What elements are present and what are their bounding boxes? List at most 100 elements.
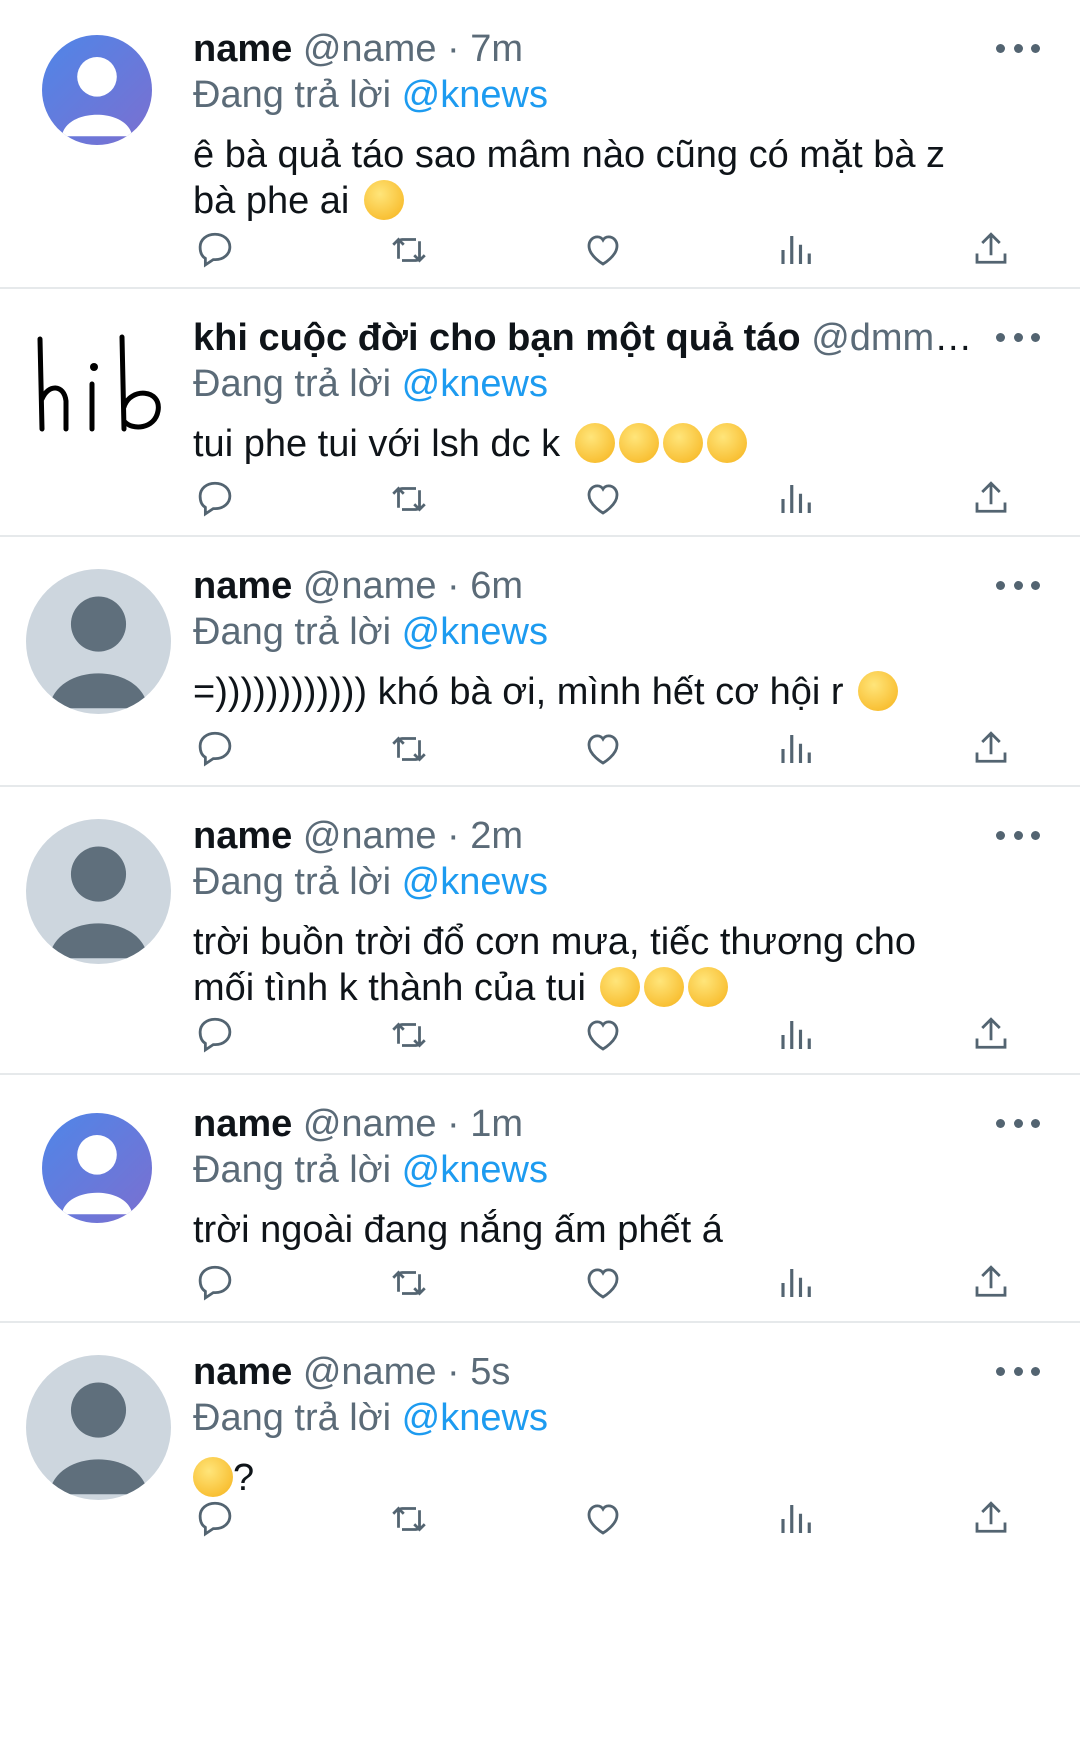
tweet[interactable]: name @name · 5s Đang trả lời @knews ? — [0, 1323, 1080, 1549]
tweet[interactable]: name @name · 2m Đang trả lời @knews trời… — [0, 787, 1080, 1075]
share-icon[interactable] — [969, 727, 1013, 771]
handwritten-avatar — [37, 334, 161, 432]
replying-label: Đang trả lời — [193, 74, 392, 116]
pensive-face-emoji — [688, 967, 729, 1007]
mention-link[interactable]: @knews — [402, 1397, 548, 1439]
tweet-text-content: =)))))))))))) khó bà ơi, mình hết cơ hội… — [193, 671, 844, 713]
tweet-text-content: tui phe tui với lsh dc k — [193, 423, 561, 465]
loudly-crying-face-emoji — [706, 423, 747, 463]
more-options-icon[interactable] — [996, 575, 1040, 595]
mention-link[interactable]: @knews — [402, 611, 548, 653]
display-name[interactable]: name — [193, 28, 292, 70]
mention-link[interactable]: @knews — [402, 363, 548, 405]
tweet-actions — [193, 220, 1013, 300]
loudly-crying-face-emoji — [618, 423, 659, 463]
more-options-icon[interactable] — [996, 38, 1040, 58]
retweet-icon[interactable] — [387, 1013, 431, 1057]
reply-icon[interactable] — [193, 228, 237, 272]
avatar[interactable] — [26, 819, 171, 964]
analytics-icon[interactable] — [775, 727, 819, 771]
reply-icon[interactable] — [193, 1261, 237, 1305]
timeline: name @name · 7m Đang trả lời @knews ê bà… — [0, 0, 1080, 1549]
tweet-text-content: ê bà quả táo sao mâm nào cũng có mặt bà … — [193, 134, 946, 222]
share-icon[interactable] — [969, 477, 1013, 521]
retweet-icon[interactable] — [387, 1497, 431, 1541]
like-icon[interactable] — [581, 1497, 625, 1541]
replying-to: Đang trả lời @knews — [193, 1147, 980, 1193]
display-name[interactable]: name — [193, 1351, 292, 1393]
analytics-icon[interactable] — [775, 1497, 819, 1541]
analytics-icon[interactable] — [775, 228, 819, 272]
loudly-crying-face-emoji — [662, 423, 703, 463]
analytics-icon[interactable] — [775, 1013, 819, 1057]
replying-label: Đang trả lời — [193, 861, 392, 903]
reply-icon[interactable] — [193, 1013, 237, 1057]
share-icon[interactable] — [969, 1013, 1013, 1057]
handle-time: @name · 2m — [302, 815, 524, 857]
pensive-face-emoji — [644, 967, 685, 1007]
avatar[interactable] — [30, 329, 180, 439]
like-icon[interactable] — [581, 1013, 625, 1057]
replying-to: Đang trả lời @knews — [193, 609, 980, 655]
person-icon — [26, 569, 171, 714]
more-options-icon[interactable] — [996, 1361, 1040, 1381]
share-icon[interactable] — [969, 1497, 1013, 1541]
reply-icon[interactable] — [193, 727, 237, 771]
more-options-icon[interactable] — [996, 1113, 1040, 1133]
share-icon[interactable] — [969, 1261, 1013, 1305]
like-icon[interactable] — [581, 477, 625, 521]
mention-link[interactable]: @knews — [402, 74, 548, 116]
more-options-icon[interactable] — [996, 825, 1040, 845]
tweet[interactable]: khi cuộc đời cho bạn một quả táo @dmmmc.… — [0, 289, 1080, 537]
handle-time: @name · 1m — [302, 1103, 524, 1145]
replying-to: Đang trả lời @knews — [193, 1395, 980, 1441]
tweet-header: name @name · 7m — [193, 26, 980, 72]
reply-icon[interactable] — [193, 477, 237, 521]
replying-label: Đang trả lời — [193, 1149, 392, 1191]
like-icon[interactable] — [581, 1261, 625, 1305]
replying-label: Đang trả lời — [193, 611, 392, 653]
tweet[interactable]: name @name · 7m Đang trả lời @knews ê bà… — [0, 0, 1080, 289]
tweet-body: name @name · 5s Đang trả lời @knews ? — [193, 1323, 1080, 1501]
display-name[interactable]: name — [193, 1103, 292, 1145]
tweet-actions — [193, 1489, 1013, 1569]
display-name[interactable]: name — [193, 565, 292, 607]
person-icon — [42, 35, 152, 145]
analytics-icon[interactable] — [775, 1261, 819, 1305]
share-icon[interactable] — [969, 228, 1013, 272]
display-name[interactable]: name — [193, 815, 292, 857]
more-options-icon[interactable] — [996, 327, 1040, 347]
tweet[interactable]: name @name · 1m Đang trả lời @knews trời… — [0, 1075, 1080, 1323]
mention-link[interactable]: @knews — [402, 861, 548, 903]
tweet[interactable]: name @name · 6m Đang trả lời @knews =)))… — [0, 537, 1080, 787]
pensive-face-emoji — [600, 967, 641, 1007]
retweet-icon[interactable] — [387, 1261, 431, 1305]
tweet-text: =)))))))))))) khó bà ơi, mình hết cơ hội… — [193, 669, 980, 715]
avatar[interactable] — [26, 1355, 171, 1500]
handle-time: @name · 7m — [302, 28, 524, 70]
tweet-header: name @name · 1m — [193, 1101, 980, 1147]
loudly-crying-face-emoji — [574, 423, 615, 463]
like-icon[interactable] — [581, 727, 625, 771]
reply-icon[interactable] — [193, 1497, 237, 1541]
tweet-body: name @name · 1m Đang trả lời @knews trời… — [193, 1075, 1080, 1253]
like-icon[interactable] — [581, 228, 625, 272]
tweet-header: name @name · 2m — [193, 813, 980, 859]
tweet-actions — [193, 1253, 1013, 1333]
person-icon — [26, 1355, 171, 1500]
tweet-text-content: trời buồn trời đổ cơn mưa, tiếc thương c… — [193, 921, 916, 1009]
retweet-icon[interactable] — [387, 727, 431, 771]
angry-face-emoji — [363, 180, 404, 220]
avatar[interactable] — [42, 35, 152, 145]
mention-link[interactable]: @knews — [402, 1149, 548, 1191]
analytics-icon[interactable] — [775, 477, 819, 521]
handle-time: @name · 6m — [302, 565, 524, 607]
retweet-icon[interactable] — [387, 477, 431, 521]
replying-label: Đang trả lời — [193, 1397, 392, 1439]
retweet-icon[interactable] — [387, 228, 431, 272]
avatar[interactable] — [42, 1113, 152, 1223]
display-name[interactable]: khi cuộc đời cho bạn một quả táo — [193, 317, 801, 359]
avatar[interactable] — [26, 569, 171, 714]
tweet-header: khi cuộc đời cho bạn một quả táo @dmmmc.… — [193, 315, 980, 361]
replying-to: Đang trả lời @knews — [193, 859, 980, 905]
